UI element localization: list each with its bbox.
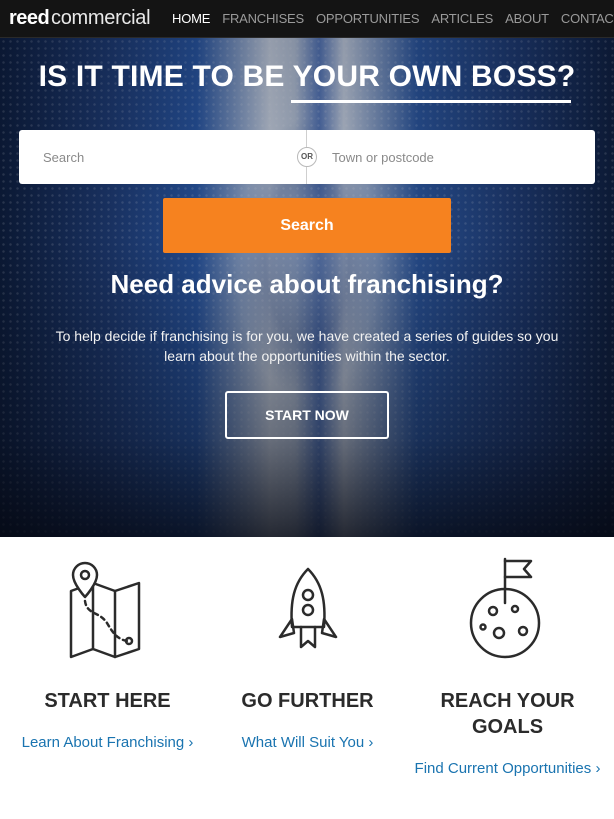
nav-link-about[interactable]: ABOUT (505, 11, 549, 26)
search-input[interactable] (43, 130, 303, 184)
logo-wordmark-bold: reed (9, 7, 50, 29)
feature-title: GO FURTHER (241, 690, 374, 712)
location-input[interactable] (332, 130, 582, 184)
search-button[interactable]: Search (163, 198, 451, 253)
advice-title: Need advice about franchising? (110, 269, 504, 299)
hero-headline: IS IT TIME TO BE YOUR OWN BOSS? (38, 60, 576, 93)
nav-link-franchises[interactable]: FRANCHISES (222, 11, 304, 26)
what-will-suit-you-link[interactable]: What Will Suit You › (205, 733, 410, 753)
map-pin-icon (5, 557, 210, 667)
nav-links: HOME FRANCHISES OPPORTUNITIES ARTICLES A… (172, 11, 614, 26)
rocket-icon (205, 557, 410, 667)
nav-link-home[interactable]: HOME (172, 11, 210, 26)
advice-text: To help decide if franchising is for you… (55, 328, 559, 364)
feature-title: REACH YOUR GOALS (440, 690, 575, 738)
top-navigation: reed commercial HOME FRANCHISES OPPORTUN… (0, 0, 614, 78)
moon-flag-icon (405, 557, 610, 667)
or-badge: OR (297, 147, 317, 167)
hero-banner: IS IT TIME TO BE YOUR OWN BOSS? OR Searc… (0, 38, 614, 537)
logo-wordmark-light: commercial (51, 7, 151, 29)
learn-about-franchising-link[interactable]: Learn About Franchising › (5, 733, 210, 753)
nav-link-opportunities[interactable]: OPPORTUNITIES (316, 11, 420, 26)
feature-title: START HERE (44, 690, 171, 712)
nav-link-contact[interactable]: CONTACT (561, 11, 614, 26)
nav-link-articles[interactable]: ARTICLES (431, 11, 493, 26)
headline-underline (291, 100, 571, 103)
find-current-opportunities-link[interactable]: Find Current Opportunities › (405, 759, 610, 779)
start-now-button[interactable]: START NOW (225, 391, 389, 439)
search-box: OR (19, 130, 595, 184)
features-section: START HERE Learn About Franchising › GO … (0, 537, 614, 819)
